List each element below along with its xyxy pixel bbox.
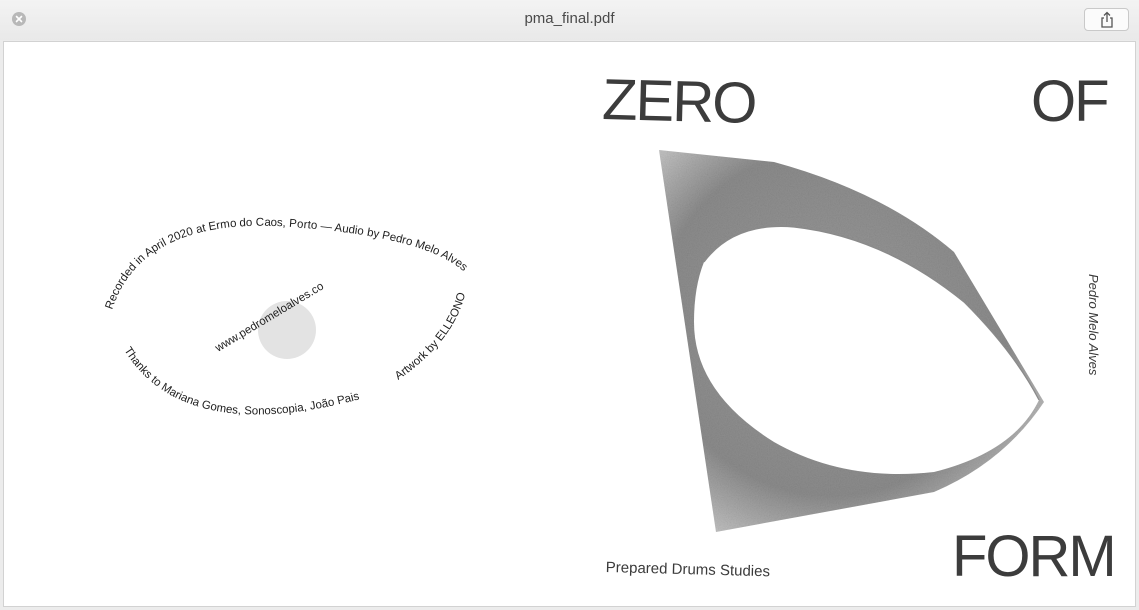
torn-paper-artwork [659,150,1044,532]
pdf-viewer-window: pma_final.pdf Recorded in April 2020 at … [0,0,1139,610]
cover-word-zero: ZERO [601,67,757,136]
share-icon [1101,11,1113,28]
recorded-credit: Recorded in April 2020 at Ermo do Caos, … [104,217,470,311]
cover-word-form: FORM [952,524,1117,589]
title-bar: pma_final.pdf [0,0,1139,40]
share-button[interactable] [1084,8,1129,31]
cover-word-of: OF [1031,69,1110,134]
pdf-page: Recorded in April 2020 at Ermo do Caos, … [3,41,1136,607]
page-artwork: Recorded in April 2020 at Ermo do Caos, … [4,42,1044,532]
window-title: pma_final.pdf [524,10,615,27]
website-link[interactable]: www.pedromeloalves.com [4,42,326,355]
artist-name: Pedro Melo Alves [1086,274,1101,376]
